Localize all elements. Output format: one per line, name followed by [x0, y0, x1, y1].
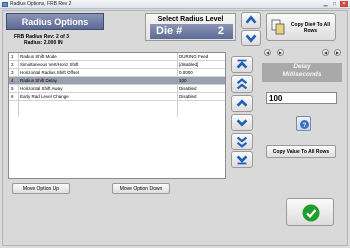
copy-die-label: Copy Die# To All Rows	[290, 22, 331, 34]
die-selector-label: Select Radius Level	[157, 16, 224, 23]
move-top-button[interactable]	[231, 56, 253, 73]
double-up-button[interactable]	[231, 75, 253, 93]
arrow-up-icon	[245, 15, 257, 24]
row-name: Radius Shift Mode	[20, 54, 57, 59]
table-row[interactable]: 2 Simultaneous Vert/Horiz Shift [disable…	[9, 61, 225, 69]
close-icon[interactable]: ✕	[340, 1, 348, 7]
row-number: 2	[11, 62, 14, 67]
delay-title-line2: Milliseconds	[282, 71, 322, 78]
arrow-down-icon	[236, 119, 248, 127]
radius-info: Radius: 2.000 IN	[24, 40, 63, 46]
row-name: Early Rad Level Change	[20, 94, 69, 99]
help-icon: ?	[300, 120, 309, 129]
ok-button[interactable]	[286, 198, 334, 226]
prev-left-icon[interactable]: ◀	[322, 49, 329, 56]
arrow-up-icon	[236, 99, 248, 107]
die-prefix: Die #	[156, 25, 183, 37]
row-value: Disabled	[179, 86, 197, 91]
row-name: Radius Shift Delay	[20, 78, 58, 83]
page-title: Radius Options	[6, 13, 104, 30]
delay-value-input[interactable]: 100	[266, 92, 337, 104]
row-value: 100	[179, 78, 187, 83]
table-row-selected[interactable]: 4 Radius Shift Delay 100	[9, 77, 225, 85]
maximize-icon[interactable]: □	[331, 1, 338, 7]
die-up-button[interactable]	[241, 12, 261, 29]
move-option-up-button[interactable]: Move Option Up	[12, 183, 70, 194]
row-value: [disabled]	[179, 62, 199, 67]
arrow-top-icon	[236, 59, 248, 69]
next-right-icon[interactable]: ▶	[334, 49, 341, 56]
row-name: Horizontal Shift Away	[20, 86, 63, 91]
help-button[interactable]: ?	[296, 116, 311, 131]
row-number: 3	[11, 70, 14, 75]
prev-left-icon[interactable]: ◀	[264, 49, 271, 56]
die-selector: Select Radius Level Die # 2	[145, 13, 236, 41]
double-arrow-up-icon	[236, 78, 248, 90]
svg-text:?: ?	[303, 123, 307, 129]
row-value: 0.0000	[179, 70, 193, 75]
row-number: 6	[11, 94, 14, 99]
arrow-down-icon	[245, 34, 257, 43]
row-number: 1	[11, 54, 14, 59]
row-name: Simultaneous Vert/Horiz Shift	[20, 62, 79, 67]
table-row[interactable]: 5 Horizontal Shift Away Disabled	[9, 85, 225, 93]
double-down-button[interactable]	[231, 133, 253, 150]
die-value-display: Die # 2	[150, 24, 233, 39]
checkmark-icon	[302, 204, 320, 222]
row-number: 4	[11, 78, 14, 83]
row-value: Disabled	[179, 94, 197, 99]
copy-icon	[271, 19, 285, 35]
up-button[interactable]	[231, 95, 253, 112]
next-right-icon[interactable]: ▶	[277, 49, 284, 56]
move-option-down-button[interactable]: Move Option Down	[112, 183, 170, 194]
minimize-icon[interactable]: ▁	[322, 1, 329, 7]
table-row[interactable]: 6 Early Rad Level Change Disabled	[9, 93, 225, 101]
table-row[interactable]: 3 Horizontal Radius Shift Offset 0.0000	[9, 69, 225, 77]
window-title: Radius Options, FRB Rev 2	[10, 1, 72, 7]
app-icon	[2, 2, 8, 7]
row-name: Horizontal Radius Shift Offset	[20, 70, 79, 75]
options-table: 1 Radius Shift Mode DURING Feed 2 Simult…	[8, 52, 226, 179]
die-number: 2	[217, 25, 224, 37]
row-value: DURING Feed	[179, 54, 209, 59]
arrow-bottom-icon	[236, 155, 248, 165]
move-bottom-button[interactable]	[231, 151, 253, 168]
double-arrow-down-icon	[236, 136, 248, 148]
copy-die-button[interactable]: Copy Die# To All Rows	[266, 13, 336, 41]
window-titlebar: Radius Options, FRB Rev 2 ▁ □ ✕	[0, 0, 350, 9]
copy-value-all-button[interactable]: Copy Value To All Rows	[266, 145, 336, 158]
row-number: 5	[11, 86, 14, 91]
die-down-button[interactable]	[241, 30, 261, 46]
table-row[interactable]: 1 Radius Shift Mode DURING Feed	[9, 53, 225, 61]
delay-panel-title: Delay Milliseconds	[262, 63, 342, 82]
down-button[interactable]	[231, 114, 253, 131]
delay-title-line1: Delay	[293, 63, 311, 70]
